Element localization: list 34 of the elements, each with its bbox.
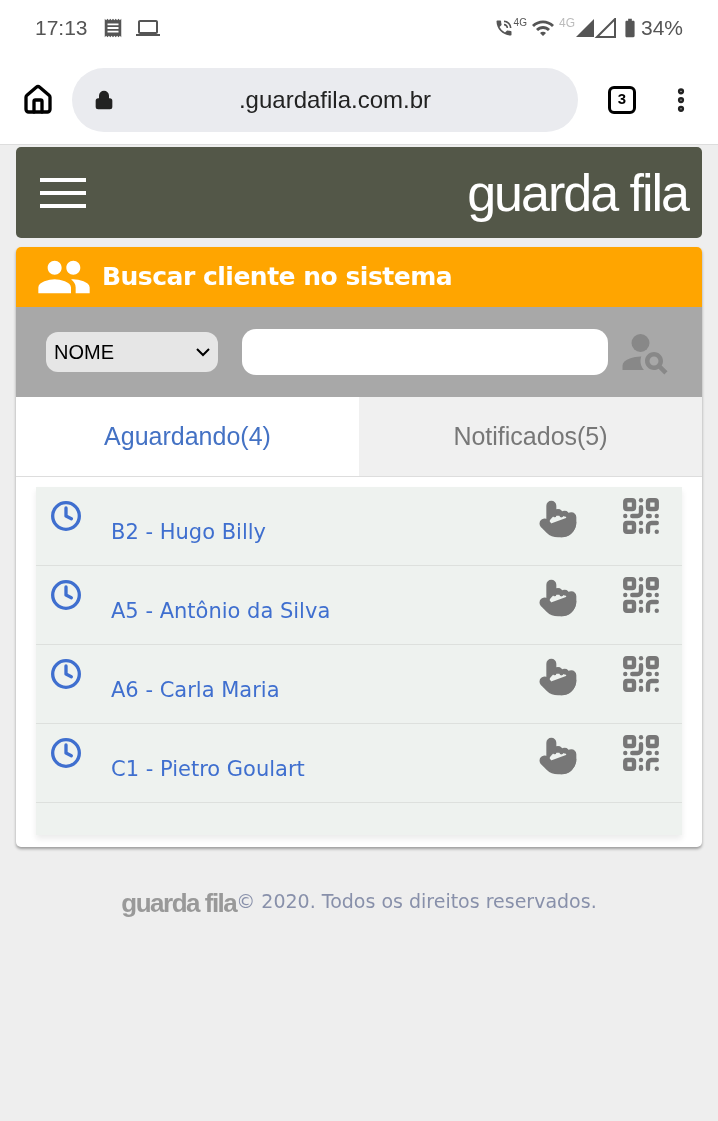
qr-code-icon[interactable]: [620, 495, 662, 537]
ticket-name: B2 - Hugo Billy: [111, 519, 266, 545]
battery-level: 34%: [640, 14, 683, 41]
status-time: 17:13: [35, 14, 88, 41]
search-title: Buscar cliente no sistema: [102, 261, 453, 294]
queue-row[interactable]: B2 - Hugo Billy: [36, 487, 682, 566]
queue-row[interactable]: A5 - Antônio da Silva: [36, 566, 682, 645]
url-text: .guardafila.com.br: [237, 84, 433, 115]
clock-icon: [50, 500, 82, 532]
filter-dropdown[interactable]: NOME: [46, 332, 218, 372]
address-bar[interactable]: .guardafila.com.br: [72, 67, 578, 132]
clock-icon: [50, 737, 82, 769]
footer-logo: guarda fila: [121, 889, 237, 916]
ticket-name: C1 - Pietro Goulart: [111, 756, 305, 782]
queue-row[interactable]: A6 - Carla Maria: [36, 645, 682, 724]
lock-icon: [94, 89, 114, 110]
ticket-name: A6 - Carla Maria: [111, 677, 280, 703]
tab[interactable]: Notificados(5): [359, 397, 702, 476]
qr-code-icon[interactable]: [620, 574, 662, 616]
chevron-icon: [196, 347, 210, 357]
menu-icon[interactable]: [40, 176, 86, 209]
qr-code-icon[interactable]: [620, 732, 662, 774]
ticket-name: A5 - Antônio da Silva: [111, 598, 331, 624]
tab-count-button[interactable]: 3: [608, 85, 636, 114]
search-field[interactable]: [242, 329, 608, 375]
clock-icon: [50, 658, 82, 690]
clock-icon: [50, 579, 82, 611]
queue-row[interactable]: C1 - Pietro Goulart: [36, 724, 682, 803]
copyright-text: © 2020. Todos os direitos reservados.: [236, 889, 597, 914]
qr-code-icon[interactable]: [620, 653, 662, 695]
network-label: 4G: [558, 14, 575, 32]
network-label: 4G: [513, 16, 527, 30]
home-icon[interactable]: [22, 83, 54, 116]
signal-icon: [574, 17, 617, 38]
